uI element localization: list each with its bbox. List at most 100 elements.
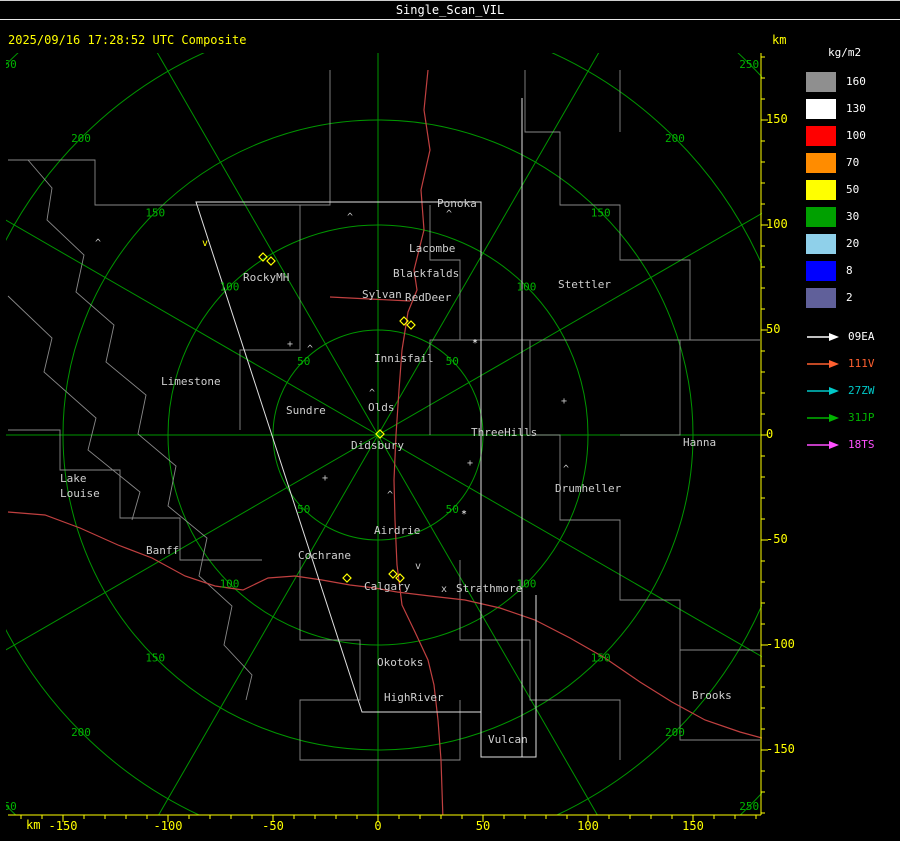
city-label: RockyMH [243, 271, 289, 284]
legend-radar-row: 09EA [806, 323, 900, 350]
radar-arrow-icon [807, 359, 839, 368]
ring-range-label: 250 [0, 800, 17, 813]
right-axis-label: -50 [766, 532, 788, 546]
radar-map[interactable]: 5050505010010010010015015015015020020020… [0, 20, 900, 841]
city-label: Ponoka [437, 197, 477, 210]
range-rings [6, 53, 762, 815]
city-label: Limestone [161, 375, 221, 388]
ring-range-label: 200 [71, 726, 91, 739]
town-symbol: + [467, 458, 473, 469]
radar-viewer-window: Single_Scan_VIL 50 50 50 50 100 100 100 100 150 1… [0, 0, 900, 841]
bottom-axis-label: -100 [153, 819, 183, 833]
radar-id-label: 27ZW [848, 384, 875, 397]
ring-range-label: 150 [145, 652, 165, 665]
bottom-axis-unit: km [26, 818, 41, 832]
legend-radar-row: 31JP [806, 404, 900, 431]
legend-value: 130 [846, 102, 866, 115]
legend-color-swatch [806, 152, 836, 173]
city-label: Stettler [558, 278, 611, 291]
city-label: ThreeHills [471, 426, 537, 439]
city-label: Brooks [692, 689, 732, 702]
timestamp: 2025/09/16 17:28:52 UTC Composite [8, 33, 247, 47]
legend-value: 100 [846, 129, 866, 142]
town-symbol: * [461, 509, 467, 520]
radar-arrow-icon [807, 332, 839, 341]
ring-range-label: 150 [591, 652, 611, 665]
radar-site-marker [266, 256, 276, 266]
ring-range-label: 150 [145, 206, 165, 219]
ring-range-label: 50 [297, 503, 310, 516]
legend-color-swatch [806, 233, 836, 254]
display-area: 50 50 50 50 100 100 100 100 150 150 150 150 200 200 20… [0, 20, 900, 841]
bottom-axis-label: -50 [262, 819, 284, 833]
right-axis-label: -150 [766, 742, 795, 756]
right-axis-label: 100 [766, 217, 788, 231]
city-label: RedDeer [405, 291, 452, 304]
ring-range-label: 250 [739, 800, 759, 813]
city-label: Calgary [364, 580, 411, 593]
legend-color-swatch [806, 98, 836, 119]
ring-range-label: 150 [591, 206, 611, 219]
legend-scale-row: 70 [806, 149, 900, 176]
radar-id-label: 09EA [848, 330, 875, 343]
ring-range-label: 250 [739, 58, 759, 71]
city-label: Banff [146, 544, 179, 557]
radar-arrow-icon [807, 440, 839, 449]
legend-color-swatch [806, 260, 836, 281]
right-axis-unit: km [772, 33, 787, 47]
bottom-axis-label: 150 [682, 819, 704, 833]
radar-arrow-icon [807, 386, 839, 395]
bottom-axis-label: 0 [374, 819, 382, 833]
bottom-axis-label: -150 [48, 819, 78, 833]
legend-color-swatch [806, 287, 836, 308]
legend-unit: kg/m2 [828, 46, 862, 59]
city-label: Sylvan [362, 288, 402, 301]
city-label: Sundre [286, 404, 326, 417]
city-label: Louise [60, 487, 100, 500]
town-symbol: * [472, 338, 478, 349]
azimuth-lines [6, 53, 762, 815]
legend-radar-list: 09EA 111V 27ZW 31JP 18TS [806, 323, 900, 458]
legend-value: 70 [846, 156, 860, 169]
legend-scale-row: 20 [806, 230, 900, 257]
right-axis-label: -100 [766, 637, 795, 651]
radar-site-marker [388, 569, 398, 579]
legend-scale-row: 100 [806, 122, 900, 149]
right-axis-label: 50 [766, 322, 781, 336]
city-label: Airdrie [374, 524, 420, 537]
city-label: Strathmore [456, 582, 522, 595]
town-symbol: + [561, 396, 567, 407]
map-layers: 5050505010010010010015015015015020020020… [0, 53, 762, 815]
city-label: Vulcan [488, 733, 528, 746]
city-label: Cochrane [298, 549, 351, 562]
legend-panel: kg/m2 160 130 100 70 50 30 20 8 2 09EA 111V 27ZW 31… [806, 46, 900, 458]
legend-color-swatch [806, 206, 836, 227]
town-symbol: + [287, 339, 293, 350]
city-label: HighRiver [384, 691, 444, 704]
radar-id-label: 31JP [848, 411, 875, 424]
city-label: Okotoks [377, 656, 423, 669]
legend-color-swatch [806, 125, 836, 146]
ring-range-label: 250 [0, 58, 17, 71]
legend-scale-row: 8 [806, 257, 900, 284]
legend-scale-row: 130 [806, 95, 900, 122]
legend-value: 160 [846, 75, 866, 88]
legend-scale-row: 2 [806, 284, 900, 311]
window-title: Single_Scan_VIL [0, 0, 900, 20]
ring-range-label: 50 [446, 355, 459, 368]
legend-radar-row: 27ZW [806, 377, 900, 404]
legend-value: 2 [846, 291, 853, 304]
city-label: Olds [368, 401, 395, 414]
town-symbol: v [415, 561, 421, 572]
ring-range-label: 50 [297, 355, 310, 368]
radar-id-label: 111V [848, 357, 875, 370]
radar-arrow-icon [807, 413, 839, 422]
legend-scale-row: 30 [806, 203, 900, 230]
town-symbol: ^ [369, 388, 375, 399]
legend-value: 8 [846, 264, 853, 277]
city-label: Lacombe [409, 242, 455, 255]
legend-scale: 160 130 100 70 50 30 20 8 2 [806, 68, 900, 311]
town-symbol: + [322, 473, 328, 484]
bottom-axis-label: 100 [577, 819, 599, 833]
radar-id-label: 18TS [848, 438, 875, 451]
